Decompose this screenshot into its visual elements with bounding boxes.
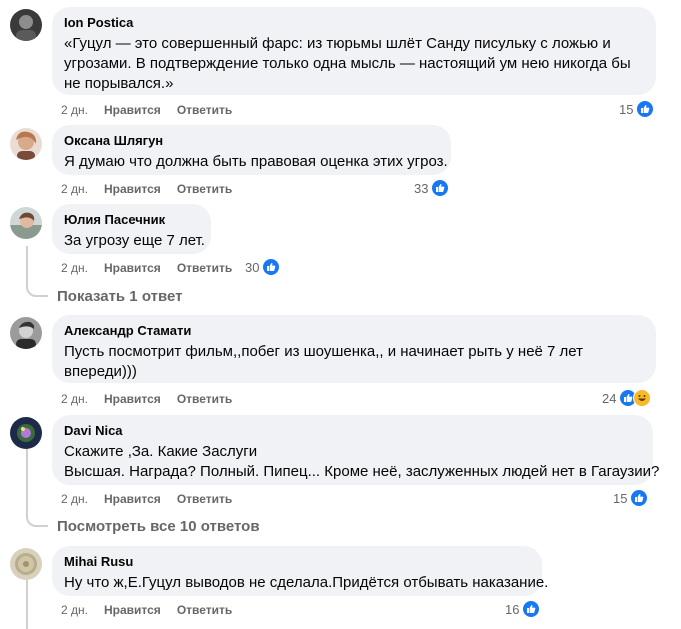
like-reaction-icon [522, 600, 541, 618]
show-replies-link[interactable]: Показать 1 ответ [57, 288, 182, 305]
comment-actions: 2 дн. Нравится Ответить [61, 602, 248, 618]
avatar[interactable] [10, 128, 42, 160]
comment-author[interactable]: Оксана Шлягун [64, 133, 439, 149]
reply-button[interactable]: Ответить [177, 602, 232, 618]
comment-bubble: Ion Postica «Гуцул — это совершенный фар… [52, 7, 656, 95]
comment-text: Я думаю что должна быть правовая оценка … [64, 153, 448, 170]
comment-time[interactable]: 2 дн. [61, 102, 88, 118]
comment-bubble: Оксана Шлягун Я думаю что должна быть пр… [52, 125, 451, 175]
like-button[interactable]: Нравится [104, 491, 161, 507]
haha-reaction-icon [633, 389, 652, 407]
like-reaction-icon [636, 100, 655, 118]
reply-button[interactable]: Ответить [177, 491, 232, 507]
comment-actions: 2 дн. Нравится Ответить [61, 491, 248, 507]
comment-time[interactable]: 2 дн. [61, 181, 88, 197]
comment-bubble: Юлия Пасечник За угрозу еще 7 лет. [52, 204, 211, 254]
comment-author[interactable]: Юлия Пасечник [64, 212, 199, 228]
view-all-replies-link[interactable]: Посмотреть все 10 ответов [57, 518, 260, 535]
avatar[interactable] [10, 417, 42, 449]
comment-author[interactable]: Александр Стамати [64, 323, 644, 339]
like-button[interactable]: Нравится [104, 602, 161, 618]
reaction-count: 33 [414, 180, 429, 196]
avatar[interactable] [10, 9, 42, 41]
like-reaction-icon [262, 258, 281, 276]
comment-actions: 2 дн. Нравится Ответить [61, 181, 248, 197]
reaction-summary[interactable]: 16 [505, 599, 541, 619]
reaction-count: 16 [505, 601, 520, 617]
reply-button[interactable]: Ответить [177, 102, 232, 118]
like-reaction-icon [431, 179, 450, 197]
comment-bubble: Mihai Rusu Ну что ж,Е.Гуцул выводов не с… [52, 546, 549, 596]
avatar[interactable] [10, 317, 42, 349]
comment-text: «Гуцул — это совершенный фарс: из тюрьмы… [64, 35, 631, 92]
comment-author[interactable]: Ion Postica [64, 15, 644, 31]
reaction-summary[interactable]: 30 [245, 257, 281, 277]
comment-text: За угрозу еще 7 лет. [64, 232, 205, 249]
avatar[interactable] [10, 207, 42, 239]
reply-button[interactable]: Ответить [177, 181, 232, 197]
avatar[interactable] [10, 548, 42, 580]
comment-actions: 2 дн. Нравится Ответить [61, 260, 248, 276]
reaction-summary[interactable]: 15 [619, 99, 655, 119]
like-button[interactable]: Нравится [104, 260, 161, 276]
comment-bubble: Александр Стамати Пусть посмотрит фильм,… [52, 315, 656, 383]
like-reaction-icon [630, 489, 649, 507]
thread-line [26, 578, 28, 629]
comment-bubble: Davi Nica Скажите ,За. Какие Заслуги Выс… [52, 415, 660, 485]
like-button[interactable]: Нравится [104, 391, 161, 407]
like-button[interactable]: Нравится [104, 102, 161, 118]
reaction-summary[interactable]: 33 [414, 178, 450, 198]
thread-connector [26, 283, 48, 297]
reaction-count: 30 [245, 259, 260, 275]
reaction-count: 15 [619, 101, 634, 117]
reaction-summary[interactable]: 15 [613, 488, 649, 508]
comment-text: Ну что ж,Е.Гуцул выводов не сделала.Прид… [64, 574, 549, 591]
thread-connector [26, 513, 48, 527]
comment-actions: 2 дн. Нравится Ответить [61, 391, 248, 407]
thread-line [26, 246, 28, 284]
thread-line [26, 448, 28, 514]
comment-text: Скажите ,За. Какие Заслуги Высшая. Награ… [64, 443, 660, 480]
comment-time[interactable]: 2 дн. [61, 602, 88, 618]
comment-text: Пусть посмотрит фильм,,побег из шоушенка… [64, 343, 584, 380]
reaction-summary[interactable]: 24 [602, 388, 652, 408]
reaction-count: 15 [613, 490, 628, 506]
comment-author[interactable]: Mihai Rusu [64, 554, 530, 570]
comment-time[interactable]: 2 дн. [61, 491, 88, 507]
comment-author[interactable]: Davi Nica [64, 423, 641, 439]
like-button[interactable]: Нравится [104, 181, 161, 197]
comment-actions: 2 дн. Нравится Ответить [61, 102, 248, 118]
reply-button[interactable]: Ответить [177, 260, 232, 276]
reaction-count: 24 [602, 390, 617, 406]
comment-time[interactable]: 2 дн. [61, 260, 88, 276]
reply-button[interactable]: Ответить [177, 391, 232, 407]
comment-time[interactable]: 2 дн. [61, 391, 88, 407]
